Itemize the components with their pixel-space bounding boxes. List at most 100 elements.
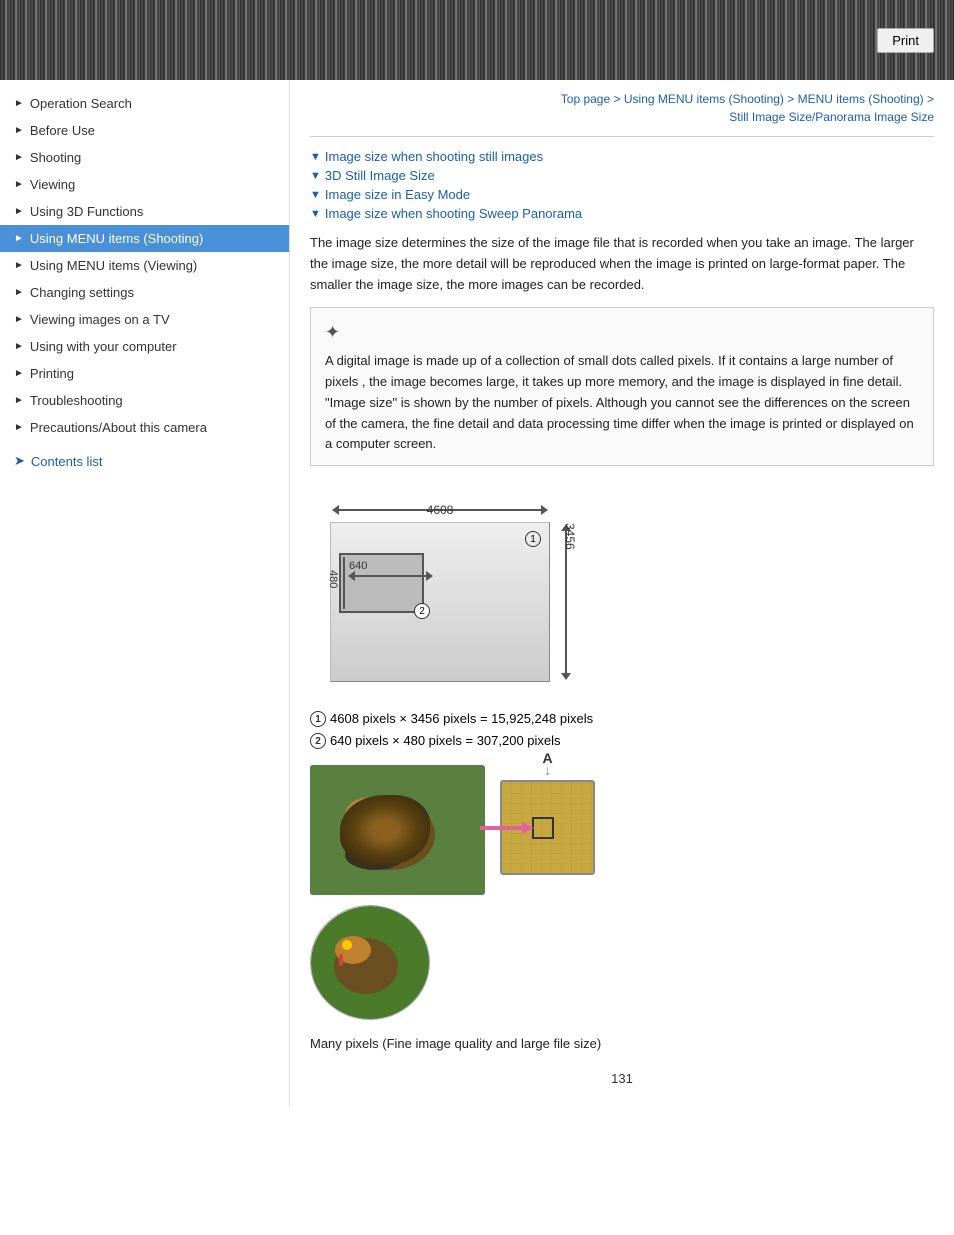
contents-list-link[interactable]: ➤ Contents list — [0, 445, 289, 477]
toc-item-4: ▼ Image size when shooting Sweep Panoram… — [310, 206, 934, 221]
circle-num-2: 2 — [310, 733, 326, 749]
circle-num-1: 1 — [310, 711, 326, 727]
pixel-item-2: 2 640 pixels × 480 pixels = 307,200 pixe… — [310, 733, 934, 749]
body-text-1: The image size determines the size of th… — [310, 233, 934, 295]
bird-row-top: A ↓ — [310, 765, 934, 895]
triangle-icon: ▼ — [310, 189, 321, 201]
arrow-icon: ► — [14, 260, 24, 271]
breadcrumb-part1[interactable]: Top page — [561, 92, 610, 106]
sidebar-item-label: Using MENU items (Viewing) — [30, 258, 197, 273]
sidebar-item-3d-functions[interactable]: ► Using 3D Functions — [0, 198, 289, 225]
bird-image-small — [310, 905, 430, 1020]
note-text: A digital image is made up of a collecti… — [325, 353, 914, 451]
breadcrumb-part4: Still Image Size/Panorama Image Size — [729, 110, 934, 124]
sidebar-item-using-computer[interactable]: ► Using with your computer — [0, 333, 289, 360]
main-layout: ► Operation Search ► Before Use ► Shooti… — [0, 80, 954, 1106]
arrow-480 — [343, 557, 345, 609]
pink-arrow-container — [480, 820, 535, 839]
bird-image-large — [310, 765, 485, 895]
note-icon: ✦ — [325, 318, 919, 347]
sidebar-item-label: Printing — [30, 366, 74, 381]
sidebar-item-operation-search[interactable]: ► Operation Search — [0, 90, 289, 117]
arrow-icon: ► — [14, 152, 24, 163]
sidebar-item-label: Operation Search — [30, 96, 132, 111]
sidebar-item-label: Using MENU items (Shooting) — [30, 231, 203, 246]
circle-1: 1 — [525, 531, 541, 547]
toc-item-1: ▼ Image size when shooting still images — [310, 149, 934, 164]
sidebar-item-changing-settings[interactable]: ► Changing settings — [0, 279, 289, 306]
sidebar-item-shooting[interactable]: ► Shooting — [0, 144, 289, 171]
pixel-text-1: 4608 pixels × 3456 pixels = 15,925,248 p… — [330, 711, 593, 726]
arrow-640 — [349, 575, 432, 577]
arrow-down: ↓ — [544, 762, 551, 778]
bird-row-bottom — [310, 905, 934, 1020]
sidebar-item-label: Before Use — [30, 123, 95, 138]
breadcrumb: Top page > Using MENU items (Shooting) >… — [310, 90, 934, 126]
sidebar: ► Operation Search ► Before Use ► Shooti… — [0, 80, 290, 1106]
sidebar-item-troubleshooting[interactable]: ► Troubleshooting — [0, 387, 289, 414]
print-button[interactable]: Print — [877, 28, 934, 53]
arrow-icon: ► — [14, 422, 24, 433]
label-480: 480 — [327, 570, 339, 588]
breadcrumb-part2[interactable]: Using MENU items (Shooting) — [624, 92, 784, 106]
page-number: 131 — [310, 1071, 934, 1086]
arrow-icon: ► — [14, 368, 24, 379]
label-640: 640 — [349, 560, 367, 572]
arrow-icon: ► — [14, 314, 24, 325]
breadcrumb-sep2: > — [784, 92, 798, 106]
diagram-box: 4608 3456 1 640 480 — [330, 522, 550, 682]
triangle-icon: ▼ — [310, 208, 321, 220]
pink-arrow-svg — [480, 820, 535, 836]
toc-link-1[interactable]: Image size when shooting still images — [325, 149, 543, 164]
sidebar-item-label: Using 3D Functions — [30, 204, 143, 219]
diagram-area: 4608 3456 1 640 480 — [310, 492, 550, 692]
arrow-icon: ► — [14, 287, 24, 298]
bird-section: A ↓ — [310, 765, 934, 1020]
sidebar-item-menu-viewing[interactable]: ► Using MENU items (Viewing) — [0, 252, 289, 279]
toc-link-3[interactable]: Image size in Easy Mode — [325, 187, 470, 202]
sidebar-item-label: Changing settings — [30, 285, 134, 300]
circle-2: 2 — [414, 603, 430, 619]
arrow-icon: ► — [14, 179, 24, 190]
note-box: ✦ A digital image is made up of a collec… — [310, 307, 934, 466]
inner-diagram-box: 640 480 2 — [339, 553, 424, 613]
divider — [310, 136, 934, 137]
caption-text: Many pixels (Fine image quality and larg… — [310, 1036, 934, 1051]
label-3456: 3456 — [563, 523, 577, 681]
breadcrumb-part3[interactable]: MENU items (Shooting) — [798, 92, 924, 106]
arrow-right-icon: ➤ — [14, 453, 25, 469]
sidebar-item-precautions[interactable]: ► Precautions/About this camera — [0, 414, 289, 441]
sidebar-item-before-use[interactable]: ► Before Use — [0, 117, 289, 144]
bird-photo-container — [310, 765, 485, 895]
triangle-icon: ▼ — [310, 170, 321, 182]
main-content: Top page > Using MENU items (Shooting) >… — [290, 80, 954, 1106]
sidebar-item-label: Viewing images on a TV — [30, 312, 170, 327]
label-4608: 4608 — [331, 503, 549, 517]
sidebar-item-label: Troubleshooting — [30, 393, 123, 408]
toc-link-4[interactable]: Image size when shooting Sweep Panorama — [325, 206, 582, 221]
sidebar-item-viewing[interactable]: ► Viewing — [0, 171, 289, 198]
sidebar-item-menu-shooting[interactable]: ► Using MENU items (Shooting) — [0, 225, 289, 252]
sidebar-item-label: Viewing — [30, 177, 75, 192]
toc-link-2[interactable]: 3D Still Image Size — [325, 168, 435, 183]
arrow-icon: ► — [14, 125, 24, 136]
contents-link-label: Contents list — [31, 454, 103, 469]
arrow-icon: ► — [14, 206, 24, 217]
pixel-text-2: 640 pixels × 480 pixels = 307,200 pixels — [330, 733, 561, 748]
pixel-indicator — [532, 817, 554, 839]
arrow-icon: ► — [14, 395, 24, 406]
breadcrumb-sep3: > — [924, 92, 934, 106]
bird-svg — [310, 765, 485, 895]
arrow-icon: ► — [14, 341, 24, 352]
toc-item-3: ▼ Image size in Easy Mode — [310, 187, 934, 202]
toc-item-2: ▼ 3D Still Image Size — [310, 168, 934, 183]
sidebar-item-label: Using with your computer — [30, 339, 177, 354]
sidebar-item-viewing-tv[interactable]: ► Viewing images on a TV — [0, 306, 289, 333]
sidebar-item-printing[interactable]: ► Printing — [0, 360, 289, 387]
pixel-item-1: 1 4608 pixels × 3456 pixels = 15,925,248… — [310, 711, 934, 727]
bird-svg-small — [311, 906, 430, 1020]
breadcrumb-sep1: > — [610, 92, 624, 106]
sidebar-item-label: Precautions/About this camera — [30, 420, 207, 435]
toc-list: ▼ Image size when shooting still images … — [310, 149, 934, 221]
triangle-icon: ▼ — [310, 151, 321, 163]
